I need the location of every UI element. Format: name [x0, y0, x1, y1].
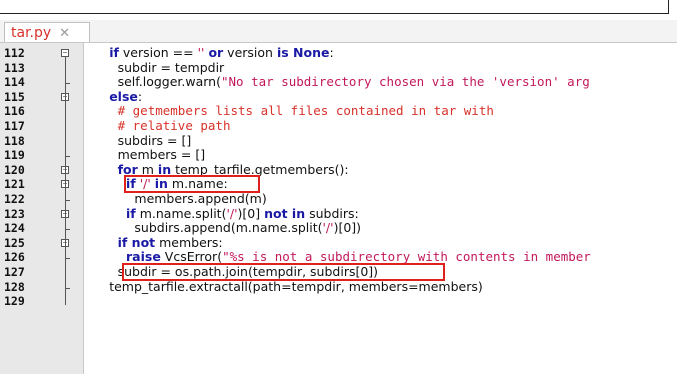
- code-token: :: [137, 88, 143, 104]
- tab-tar-py[interactable]: tar.py ✕: [4, 22, 90, 42]
- code-token: :: [329, 45, 334, 60]
- code-token: m.name.split(: [135, 205, 227, 221]
- keyword-token: not in: [264, 205, 306, 221]
- line-number: 112: [4, 46, 25, 60]
- string-token: "No tar subdirectory chosen via the 'ver…: [220, 74, 590, 90]
- top-divider: [0, 13, 668, 14]
- tab-bar: tar.py ✕: [0, 20, 677, 43]
- code-token: members:: [155, 234, 223, 250]
- line-number: 113: [4, 60, 25, 75]
- fold-end-mark: [65, 258, 70, 260]
- code-line: if m.name.split('/')[0] not in subdirs:: [126, 205, 359, 221]
- fold-end-mark: [65, 200, 70, 201]
- code-token: version: [118, 45, 173, 60]
- close-icon[interactable]: ✕: [59, 25, 70, 41]
- code-token: ==: [172, 45, 194, 60]
- fold-toggle-icon[interactable]: −: [61, 49, 69, 57]
- code-token: )[0]: [237, 205, 265, 221]
- string-token: '': [193, 45, 209, 60]
- code-token: subdir = tempdir: [117, 59, 225, 75]
- code-line: temp_tarfile.extractall(path=tempdir, me…: [109, 278, 483, 294]
- code-token: self.logger.warn(: [117, 74, 221, 90]
- line-number: 129: [4, 294, 25, 309]
- fold-end-mark: [65, 156, 70, 158]
- string-token: '/': [226, 205, 238, 221]
- line-number: 127: [4, 265, 25, 279]
- code-token: temp_tarfile.extractall(path=tempdir, me…: [109, 278, 483, 294]
- code-line: members.append(m): [134, 192, 266, 206]
- keyword-token: if: [126, 205, 136, 221]
- line-number: 119: [4, 148, 25, 163]
- code-line: # getmembers lists all files contained i…: [118, 104, 494, 118]
- line-number-gutter: 112 113 114 115 116 117 118 119 120 121 122 123 124 1…: [0, 43, 84, 374]
- keyword-token: if not: [117, 234, 156, 250]
- line-number: 121: [4, 177, 25, 192]
- line-number: 114: [4, 75, 25, 90]
- keyword-token: if: [109, 45, 119, 60]
- fold-end-mark: [65, 287, 70, 289]
- keyword-token: else: [109, 88, 138, 104]
- code-line: self.logger.warn("No tar subdirectory ch…: [118, 75, 590, 89]
- tab-label: tar.py: [11, 24, 52, 41]
- code-line: subdirs.append(m.name.split('/')[0]): [134, 221, 361, 235]
- code-line: subdir = tempdir: [117, 59, 225, 75]
- line-number: 116: [4, 104, 25, 119]
- code-line: if version == '' or version is None:: [109, 46, 333, 60]
- code-token: members.append(m): [134, 191, 267, 206]
- fold-guide: [65, 57, 66, 306]
- code-line: # relative path: [118, 119, 231, 133]
- highlight-box: [124, 175, 260, 193]
- comment-token: # relative path: [117, 118, 231, 133]
- line-number: 117: [4, 119, 25, 133]
- line-number: 122: [4, 192, 25, 206]
- line-number: 120: [4, 162, 25, 177]
- comment-token: # getmembers lists all files contained i…: [117, 103, 494, 119]
- code-line: subdirs = []: [117, 132, 192, 148]
- line-number: 124: [4, 221, 25, 236]
- code-token: subdirs = []: [117, 132, 192, 148]
- code-token: version: [223, 45, 277, 60]
- line-number: 118: [4, 133, 25, 148]
- title-area: [0, 0, 677, 20]
- top-divider-tick: [668, 0, 669, 14]
- line-number: 126: [4, 250, 25, 265]
- highlight-box: [122, 263, 445, 281]
- line-number: 123: [4, 206, 25, 221]
- code-token: subdirs.append(m.name.split(: [134, 220, 323, 236]
- code-token: subdirs:: [305, 205, 359, 221]
- string-token: '/': [322, 220, 334, 236]
- keyword-token: is: [276, 45, 289, 60]
- fold-end-mark: [65, 83, 70, 85]
- line-number: 125: [4, 235, 25, 250]
- code-token: )[0]): [333, 220, 362, 236]
- keyword-token: or: [208, 45, 224, 60]
- code-line: if not members:: [117, 234, 223, 250]
- code-line: members = []: [118, 148, 206, 162]
- code-area[interactable]: if version == '' or version is None: subd…: [84, 43, 677, 374]
- keyword-token: None: [288, 45, 330, 60]
- fold-end-mark: [65, 229, 70, 231]
- code-token: members = []: [117, 147, 206, 163]
- line-number: 115: [4, 89, 25, 104]
- code-line: else:: [109, 88, 143, 104]
- line-number: 128: [4, 279, 25, 294]
- code-editor[interactable]: 112 113 114 115 116 117 118 119 120 121 122 123 124 1…: [0, 43, 677, 374]
